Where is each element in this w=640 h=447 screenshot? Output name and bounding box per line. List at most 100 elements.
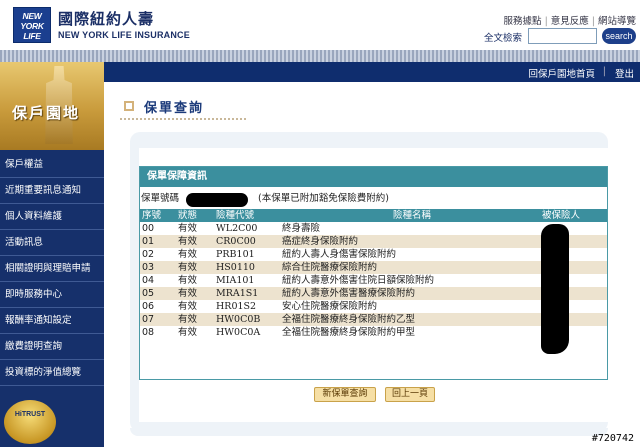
cell-name: 紐約人壽人身傷害保險附約 xyxy=(280,248,542,261)
sidebar-item-fund-nav[interactable]: 投資標的淨值總覽 xyxy=(0,360,104,386)
table-row: 02 有效 PRB101 紐約人壽人身傷害保險附約 xyxy=(140,248,607,261)
logo-line-2: YORK xyxy=(20,21,44,31)
logo-line-3: LIFE xyxy=(23,31,41,41)
policy-section: 保單保障資訊 保單號碼 (本保單已附加豁免保險費附約) 序號 狀態 險種代號 險… xyxy=(139,166,608,380)
cell-no: 01 xyxy=(140,235,174,248)
table-row: 08 有效 HW0C0A 全福住院醫療終身保險附約甲型 xyxy=(140,326,607,339)
sidebar-header: 保戶園地 xyxy=(0,62,104,150)
sidebar-item-claims[interactable]: 相關證明與理賠申請 xyxy=(0,256,104,282)
badge-text: HiTRUST xyxy=(14,411,46,418)
nav-bar: 回保戶園地首頁 | 登出 xyxy=(104,62,640,82)
cell-name: 綜合住院醫療保險附約 xyxy=(280,261,542,274)
cell-no: 00 xyxy=(140,222,174,235)
sidebar-item-payment-proof[interactable]: 繳費證明查詢 xyxy=(0,334,104,360)
top-links: 服務據點 | 意見反應 | 網站導覽 xyxy=(504,13,636,27)
cell-no: 06 xyxy=(140,300,174,313)
table-row: 04 有效 MIA101 紐約人壽意外傷害住院日額保險附約 xyxy=(140,274,607,287)
cell-status: 有效 xyxy=(174,248,214,261)
cell-name: 全福住院醫療終身保險附約甲型 xyxy=(280,326,542,339)
cell-name: 紐約人壽意外傷害醫療保險附約 xyxy=(280,287,542,300)
cell-no: 07 xyxy=(140,313,174,326)
sidebar-item-notices[interactable]: 近期重要訊息通知 xyxy=(0,178,104,204)
cell-no: 03 xyxy=(140,261,174,274)
redacted-policy-number xyxy=(186,193,248,207)
cell-code: HW0C0A xyxy=(214,326,280,339)
search-label: 全文檢索 xyxy=(484,33,523,44)
table-row: 01 有效 CR0C00 癌症終身保險附約 xyxy=(140,235,607,248)
col-header-no: 序號 xyxy=(140,209,174,222)
page-title: 保單查詢 xyxy=(144,101,205,116)
header-stripe xyxy=(0,50,640,62)
cell-code: MRA1S1 xyxy=(214,287,280,300)
cell-name: 終身壽險 xyxy=(280,222,542,235)
top-link-separator: | xyxy=(591,16,595,27)
cell-no: 02 xyxy=(140,248,174,261)
cell-no: 05 xyxy=(140,287,174,300)
panel-bottom xyxy=(130,428,608,436)
cell-status: 有效 xyxy=(174,326,214,339)
brand-name-cn: 國際紐約人壽 xyxy=(58,10,155,28)
cell-status: 有效 xyxy=(174,222,214,235)
watermark: #720742 xyxy=(591,433,634,444)
coverage-table: 序號 狀態 險種代號 險種名稱 被保險人 00 有效 WL2C00 終身壽險 0… xyxy=(140,209,607,339)
new-policy-query-button[interactable]: 新保單查詢 xyxy=(314,387,376,402)
cell-name: 全福住院醫療終身保險附約乙型 xyxy=(280,313,542,326)
cell-code: WL2C00 xyxy=(214,222,280,235)
cell-status: 有效 xyxy=(174,261,214,274)
title-divider xyxy=(120,118,248,120)
nyl-logo[interactable]: NEW YORK LIFE xyxy=(13,7,51,43)
cell-status: 有效 xyxy=(174,313,214,326)
table-header-row: 序號 狀態 險種代號 險種名稱 被保險人 xyxy=(140,209,607,222)
col-header-status: 狀態 xyxy=(174,209,214,222)
logout-link[interactable]: 登出 xyxy=(615,66,634,80)
table-row: 05 有效 MRA1S1 紐約人壽意外傷害醫療保險附約 xyxy=(140,287,607,300)
col-header-code: 險種代號 xyxy=(214,209,280,222)
cell-name: 紐約人壽意外傷害住院日額保險附約 xyxy=(280,274,542,287)
page-title-block: 保單查詢 xyxy=(120,95,240,117)
policy-number-label: 保單號碼 xyxy=(141,193,180,204)
back-button[interactable]: 回上一頁 xyxy=(385,387,435,402)
search-input[interactable] xyxy=(528,28,597,44)
cell-name: 癌症終身保險附約 xyxy=(280,235,542,248)
cell-status: 有效 xyxy=(174,235,214,248)
search-button[interactable]: search xyxy=(602,28,636,44)
sidebar-item-rights[interactable]: 保戶權益 xyxy=(0,152,104,178)
cell-code: HW0C0B xyxy=(214,313,280,326)
member-home-link[interactable]: 回保戶園地首頁 xyxy=(528,66,595,80)
cell-code: MIA101 xyxy=(214,274,280,287)
cell-status: 有效 xyxy=(174,274,214,287)
table-row: 06 有效 HR01S2 安心住院醫療保險附約 xyxy=(140,300,607,313)
section-title: 保單保障資訊 xyxy=(140,167,607,187)
waiver-note: (本保單已附加豁免保險費附約) xyxy=(258,193,389,204)
top-link-sitemap[interactable]: 網站導覽 xyxy=(598,16,636,27)
cell-code: PRB101 xyxy=(214,248,280,261)
policy-number-line: 保單號碼 (本保單已附加豁免保險費附約) xyxy=(140,190,607,208)
logo-line-1: NEW xyxy=(22,11,42,21)
cell-no: 08 xyxy=(140,326,174,339)
sidebar-item-service-center[interactable]: 即時服務中心 xyxy=(0,282,104,308)
top-link-feedback[interactable]: 意見反應 xyxy=(551,16,589,27)
table-row: 07 有效 HW0C0B 全福住院醫療終身保險附約乙型 xyxy=(140,313,607,326)
cell-code: HR01S2 xyxy=(214,300,280,313)
cell-code: CR0C00 xyxy=(214,235,280,248)
sidebar: 保戶園地 保戶權益 近期重要訊息通知 個人資料維護 活動訊息 相關證明與理賠申請… xyxy=(0,62,104,447)
redacted-insured-names xyxy=(541,224,569,354)
top-link-locations[interactable]: 服務據點 xyxy=(504,16,542,27)
col-header-insured: 被保險人 xyxy=(542,209,607,222)
sidebar-item-profile[interactable]: 個人資料維護 xyxy=(0,204,104,230)
cell-status: 有效 xyxy=(174,287,214,300)
table-row: 03 有效 HS0110 綜合住院醫療保險附約 xyxy=(140,261,607,274)
brand-name-en: NEW YORK LIFE INSURANCE xyxy=(58,30,190,40)
table-row: 00 有效 WL2C00 終身壽險 xyxy=(140,222,607,235)
hitrust-badge[interactable]: HiTRUST xyxy=(4,400,56,444)
sidebar-item-return-notify[interactable]: 報酬率通知設定 xyxy=(0,308,104,334)
sidebar-title: 保戶園地 xyxy=(12,104,81,122)
cell-no: 04 xyxy=(140,274,174,287)
nav-separator: | xyxy=(602,66,606,77)
cell-name: 安心住院醫療保險附約 xyxy=(280,300,542,313)
title-bullet-icon xyxy=(124,101,134,111)
col-header-name: 險種名稱 xyxy=(280,209,542,222)
sidebar-item-events[interactable]: 活動訊息 xyxy=(0,230,104,256)
top-link-separator: | xyxy=(544,16,548,27)
cell-code: HS0110 xyxy=(214,261,280,274)
